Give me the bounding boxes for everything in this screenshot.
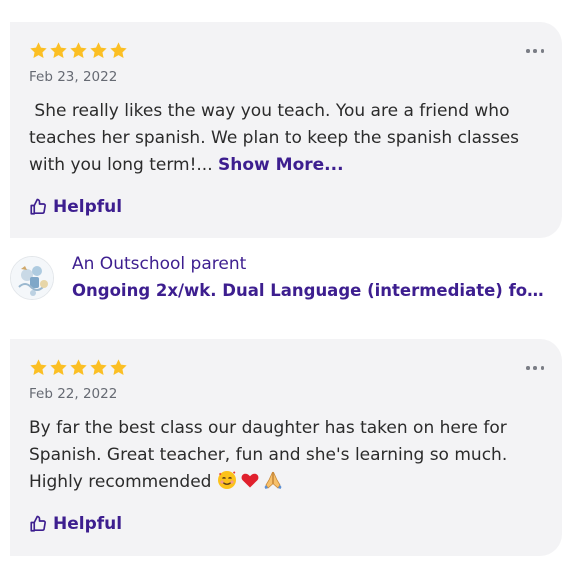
star-icon: [110, 359, 127, 375]
star-icon: [50, 359, 67, 375]
more-dots-icon: [533, 49, 537, 53]
helpful-button[interactable]: Helpful: [29, 514, 122, 534]
folded-hands-icon: [263, 470, 283, 499]
star-icon: [70, 42, 87, 58]
more-dots-icon: [540, 366, 544, 370]
review-date: Feb 23, 2022: [29, 69, 118, 85]
star-icon: [90, 359, 107, 375]
helpful-button[interactable]: Helpful: [29, 197, 122, 217]
smiling-face-with-hearts-icon: [217, 470, 237, 499]
review-date: Feb 22, 2022: [29, 386, 118, 402]
star-icon: [90, 42, 107, 58]
star-icon: [70, 359, 87, 375]
helpful-label: Helpful: [53, 514, 123, 534]
helpful-label: Helpful: [53, 197, 123, 217]
review-text: She really likes the way you teach. You …: [29, 98, 549, 179]
review-card: Feb 22, 2022 By far the best class our d…: [10, 339, 562, 556]
star-icon: [30, 42, 47, 58]
star-rating: [29, 41, 128, 60]
star-icon: [110, 42, 127, 58]
more-dots-icon: [540, 49, 544, 53]
show-more-link[interactable]: Show More...: [218, 155, 344, 175]
more-dots-icon: [526, 366, 530, 370]
more-options-button[interactable]: [526, 363, 544, 373]
star-rating: [29, 358, 128, 377]
star-icon: [50, 42, 67, 58]
parent-avatar: [10, 256, 54, 300]
class-title-link[interactable]: Ongoing 2x/wk. Dual Language (intermedia…: [72, 281, 547, 300]
review-author-row: An Outschool parent Ongoing 2x/wk. Dual …: [10, 254, 562, 304]
more-dots-icon: [526, 49, 530, 53]
thumbs-up-icon: [30, 515, 46, 532]
more-dots-icon: [533, 366, 537, 370]
review-card: Feb 23, 2022 She really likes the way yo…: [10, 22, 562, 238]
review-text: By far the best class our daughter has t…: [29, 415, 549, 499]
parent-name: An Outschool parent: [72, 254, 247, 274]
star-icon: [30, 359, 47, 375]
thumbs-up-icon: [30, 198, 46, 215]
more-options-button[interactable]: [526, 46, 544, 56]
red-heart-icon: [240, 470, 260, 499]
